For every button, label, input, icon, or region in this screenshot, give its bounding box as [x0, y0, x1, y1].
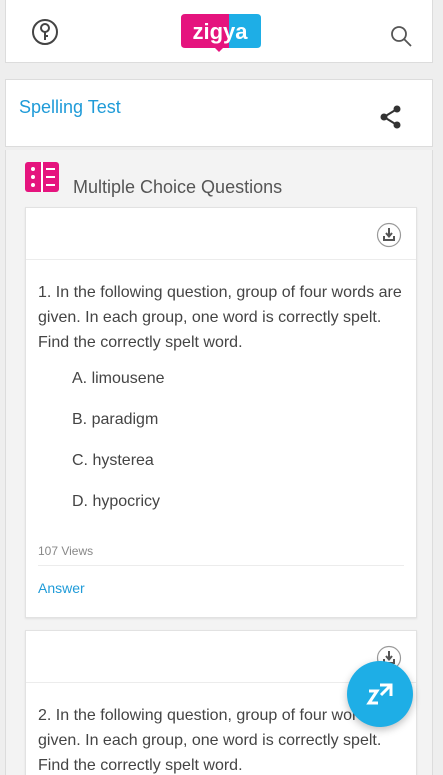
share-icon[interactable]	[378, 104, 404, 130]
options-list: A. limousene B. paradigm C. hysterea D. …	[26, 355, 416, 533]
download-icon[interactable]	[376, 222, 402, 248]
option-a[interactable]: A. limousene	[72, 369, 416, 410]
divider	[38, 565, 404, 566]
search-icon[interactable]	[389, 24, 413, 48]
option-b[interactable]: B. paradigm	[72, 410, 416, 451]
option-d[interactable]: D. hypocricy	[72, 492, 416, 533]
option-c[interactable]: C. hysterea	[72, 451, 416, 492]
zigya-logo[interactable]: zigya	[179, 12, 261, 52]
book-list-icon	[23, 160, 61, 194]
logo-text: zigya	[192, 19, 248, 44]
page-title: Spelling Test	[19, 97, 121, 117]
question-card: 1. In the following question, group of f…	[25, 207, 417, 618]
question-text: 1. In the following question, group of f…	[38, 284, 402, 351]
help-key-icon[interactable]	[30, 17, 60, 47]
top-header: zigya	[5, 0, 433, 63]
card-toolbar	[26, 208, 416, 260]
expand-fab-button[interactable]	[347, 661, 413, 727]
views-count: 107 Views	[38, 544, 94, 558]
title-bar: Spelling Test	[5, 79, 433, 147]
answer-link[interactable]: Answer	[38, 580, 85, 596]
section-title: Multiple Choice Questions	[73, 177, 283, 197]
expand-icon	[366, 683, 393, 705]
